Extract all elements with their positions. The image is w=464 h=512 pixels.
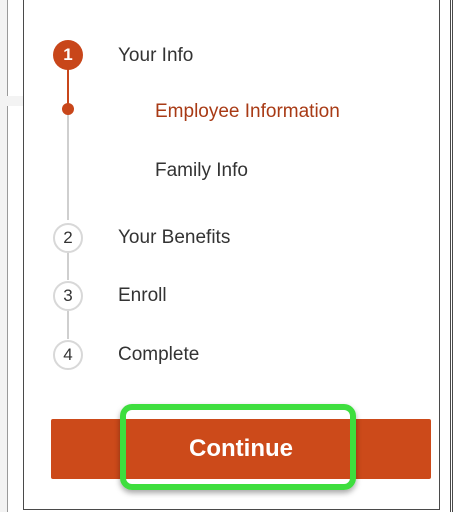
current-substep-dot: [62, 103, 74, 115]
step-connector: [67, 311, 69, 339]
step-3-label[interactable]: Enroll: [118, 285, 167, 307]
right-divider-2: [452, 0, 453, 512]
left-background: [0, 0, 7, 512]
step-4-indicator: 4: [53, 340, 83, 370]
step-1-indicator: 1: [53, 40, 83, 70]
step-1-label[interactable]: Your Info: [118, 45, 193, 67]
substep-employee-information[interactable]: Employee Information: [155, 101, 340, 123]
left-strip: [0, 96, 23, 106]
step-connector: [67, 253, 69, 280]
enrollment-steps-panel: 1 Your Info Employee Information Family …: [23, 0, 440, 510]
left-divider: [7, 0, 8, 512]
right-divider: [450, 0, 451, 512]
step-4-label[interactable]: Complete: [118, 344, 199, 366]
step-3-indicator: 3: [53, 281, 83, 311]
substep-family-info[interactable]: Family Info: [155, 160, 248, 182]
step-connector: [67, 108, 69, 220]
step-2-label[interactable]: Your Benefits: [118, 227, 230, 249]
step-2-indicator: 2: [53, 223, 83, 253]
continue-button[interactable]: Continue: [51, 419, 431, 479]
